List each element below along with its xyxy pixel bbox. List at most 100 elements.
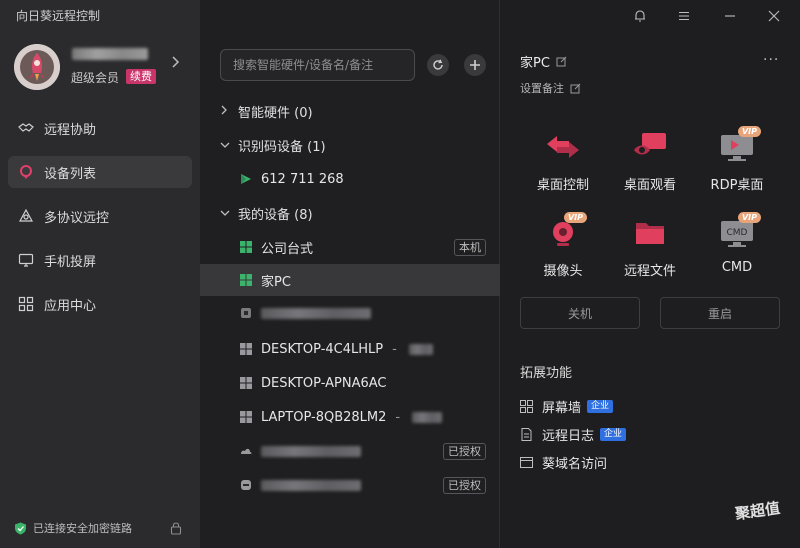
group-label: 智能硬件 (0): [238, 105, 313, 121]
avatar[interactable]: [14, 44, 60, 90]
sidebar-item-screen-cast[interactable]: 手机投屏: [8, 244, 192, 276]
member-level: 超级会员: [71, 71, 120, 85]
device-remark-blurred: [412, 411, 443, 423]
domain-access-item[interactable]: 葵域名访问: [520, 453, 608, 472]
desktop-control-button[interactable]: 桌面控制: [519, 130, 607, 200]
rdp-desktop-icon: VIP: [717, 126, 761, 166]
vip-badge: VIP: [737, 126, 761, 137]
desktop-control-icon: [543, 130, 583, 166]
edit-icon: [570, 83, 581, 93]
screen-wall-item[interactable]: 屏幕墙 企业: [520, 397, 614, 416]
device-row-laptop[interactable]: LAPTOP-8QB28LM2 -: [200, 401, 500, 433]
ext-item-label: 葵域名访问: [542, 456, 608, 472]
refresh-icon: [433, 59, 443, 70]
remote-file-button[interactable]: 远程文件: [606, 216, 694, 286]
device-name: 家PC: [261, 274, 291, 290]
device-name: LAPTOP-8QB28LM2: [261, 409, 387, 425]
secure-text: 已连接安全加密链路: [33, 522, 132, 535]
close-icon[interactable]: [766, 8, 782, 24]
remote-log-item[interactable]: 远程日志 企业: [520, 425, 627, 444]
action-label: 远程文件: [623, 264, 676, 279]
set-note[interactable]: 设置备注: [520, 80, 581, 96]
bell-icon[interactable]: [632, 8, 648, 24]
device-name: 公司台式: [261, 241, 314, 257]
group-id-devices[interactable]: 识别码设备 (1): [220, 135, 326, 155]
group-my-devices[interactable]: 我的设备 (8): [220, 203, 313, 223]
username-blurred: [72, 48, 148, 60]
device-title-text: 家PC: [520, 56, 550, 71]
action-label: 桌面控制: [536, 178, 589, 193]
device-separator: -: [392, 341, 397, 357]
windows-icon: [240, 343, 252, 355]
action-label: RDP桌面: [710, 178, 764, 193]
add-device-button[interactable]: [464, 54, 486, 76]
ext-item-label: 远程日志: [542, 428, 595, 444]
renew-button[interactable]: 续费: [126, 69, 156, 84]
shutdown-button[interactable]: 关机: [520, 297, 640, 329]
device-title: 家PC: [520, 52, 567, 71]
device-row-office[interactable]: 公司台式 本机: [200, 231, 500, 263]
shield-check-icon: [15, 522, 26, 534]
chevron-down-icon: [220, 139, 230, 152]
device-row-home-pc[interactable]: 家PC: [200, 264, 500, 296]
restart-button[interactable]: 重启: [660, 297, 780, 329]
window-controls: [600, 0, 800, 32]
windows-icon: [240, 411, 252, 423]
edit-icon[interactable]: [556, 56, 567, 67]
chevron-right-icon[interactable]: [172, 56, 180, 72]
plus-icon: [470, 60, 480, 70]
id-code-device-icon: [240, 173, 252, 185]
screen-cast-icon: [18, 252, 34, 268]
enterprise-badge: 企业: [600, 427, 627, 441]
desktop-view-icon: [630, 130, 670, 166]
desktop-view-button[interactable]: 桌面观看: [606, 130, 694, 200]
ext-item-label: 屏幕墙: [542, 400, 582, 416]
device-row-desktop-4c4lhlp[interactable]: DESKTOP-4C4LHLP -: [200, 333, 500, 365]
group-smart-hardware[interactable]: 智能硬件 (0): [220, 101, 313, 121]
sidebar-nav: 远程协助 设备列表 多协议远控 手机投屏 应用中心: [8, 112, 192, 332]
generic-device-icon: [240, 479, 252, 491]
cmd-icon-text: CMD: [727, 228, 748, 238]
set-note-label: 设置备注: [520, 82, 564, 95]
generic-device-icon: [240, 307, 252, 319]
rdp-desktop-button[interactable]: VIP RDP桌面: [693, 126, 781, 200]
lock-icon[interactable]: [170, 521, 182, 535]
windows-icon: [240, 241, 252, 253]
refresh-button[interactable]: [427, 54, 449, 76]
more-options-icon[interactable]: ···: [763, 52, 779, 68]
device-row-authorized-1[interactable]: 已授权: [200, 435, 500, 467]
camera-button[interactable]: VIP 摄像头: [519, 212, 607, 286]
screen-wall-icon: [520, 399, 533, 413]
sidebar-item-device-list[interactable]: 设备列表: [8, 156, 192, 188]
handshake-icon: [18, 120, 34, 136]
device-id: 612 711 268: [261, 171, 344, 187]
device-list-panel: 智能硬件 (0) 识别码设备 (1) 612 711 268 我的设备 (8): [200, 0, 500, 548]
menu-icon[interactable]: [676, 8, 692, 24]
app-title: 向日葵远程控制: [16, 9, 101, 23]
rocket-avatar-icon: [14, 44, 60, 90]
device-name-blurred: [261, 479, 361, 491]
minimize-icon[interactable]: [722, 8, 738, 24]
cmd-terminal-icon: CMD VIP: [717, 212, 761, 252]
search-input[interactable]: [220, 49, 415, 81]
secure-connection-status: 已连接安全加密链路: [14, 520, 190, 536]
profile-card[interactable]: 超级会员 续费: [14, 44, 190, 90]
group-label: 识别码设备 (1): [238, 139, 326, 155]
location-pin-icon: [18, 164, 34, 180]
device-name-blurred: [261, 445, 361, 457]
cmd-button[interactable]: CMD VIP CMD: [693, 212, 781, 286]
camera-icon: VIP: [543, 212, 587, 252]
device-row-desktop-apna6ac[interactable]: DESKTOP-APNA6AC: [200, 367, 500, 399]
network-triangle-icon: [18, 208, 34, 224]
app-grid-icon: [18, 296, 34, 312]
chevron-down-icon: [220, 207, 230, 220]
device-row-id-code[interactable]: 612 711 268: [200, 163, 500, 195]
sidebar-item-app-center[interactable]: 应用中心: [8, 288, 192, 320]
device-row-blurred[interactable]: [200, 297, 500, 329]
sidebar-item-multi-protocol[interactable]: 多协议远控: [8, 200, 192, 232]
device-row-authorized-2[interactable]: 已授权: [200, 469, 500, 501]
sidebar-item-remote-assist[interactable]: 远程协助: [8, 112, 192, 144]
folder-icon: [630, 216, 670, 252]
browser-window-icon: [520, 456, 533, 468]
windows-icon: [240, 274, 252, 286]
